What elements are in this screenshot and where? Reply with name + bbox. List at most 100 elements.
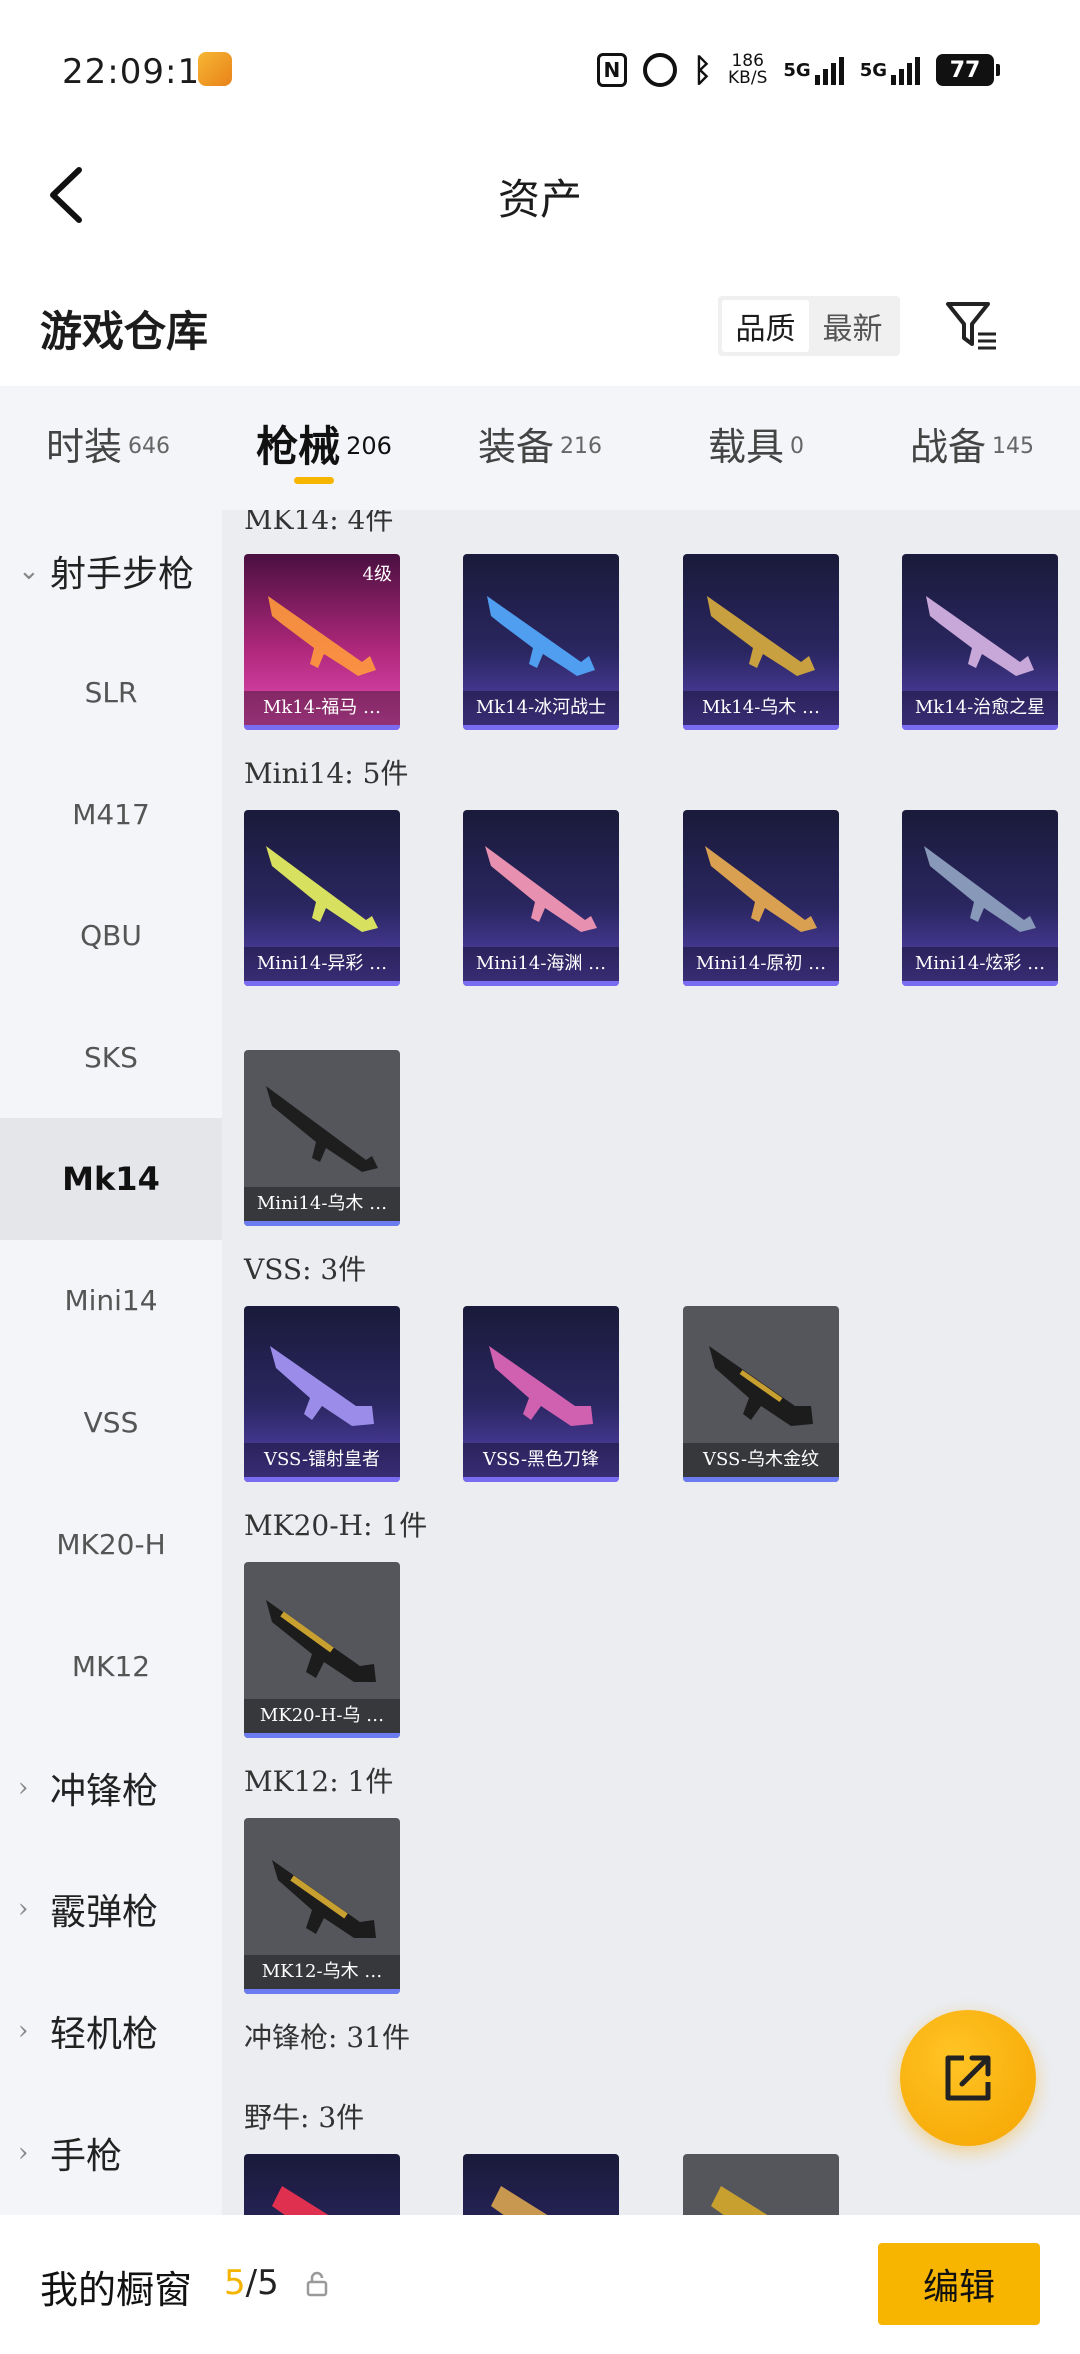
warehouse-title: 游戏仓库 [40,307,209,356]
weapon-type-sidebar: ⌄ 射手步枪 SLR M417 QBU SKS Mk14 Mini14 VSS … [0,510,222,2215]
bottom-bar: 我的橱窗 5/5 编辑 [0,2215,1080,2354]
edit-showcase-button[interactable]: 编辑 [878,2243,1040,2325]
filter-icon [946,302,996,350]
sidebar-item-qbu[interactable]: QBU [0,875,222,997]
sidebar-item-mk14[interactable]: Mk14 [0,1118,222,1241]
rifle-icon [266,1086,378,1172]
share-edit-icon [945,2055,991,2101]
rifle-icon [926,596,1034,676]
item-card[interactable]: Mk14-冰河战士 [463,554,619,730]
section-title-smg: 冲锋枪: 31件 [244,2021,410,2054]
item-name: Mini14-原初 … [683,947,839,981]
sidebar-item-vss[interactable]: VSS [0,1362,222,1484]
item-card[interactable]: Mini14-乌木 … [244,1050,400,1226]
item-card[interactable]: MK12-乌木 … [244,1818,400,1994]
sidebar-item-label: 冲锋枪 [50,1770,159,1812]
network-speed-unit: KB/S [728,68,768,88]
smg-icon [711,2186,768,2215]
smg-icon [272,2186,329,2215]
share-fab[interactable] [900,2010,1036,2146]
network-speed: 186 KB/S [728,53,767,87]
sidebar-group-shotgun[interactable]: › 霰弹枪 [0,1849,222,1971]
tab-vehicles[interactable]: 载具 0 [648,386,864,510]
sidebar-group-marksman-rifle[interactable]: ⌄ 射手步枪 [0,510,222,632]
tab-fashion[interactable]: 时装 646 [0,386,216,510]
tab-guns[interactable]: 枪械 206 [216,386,432,510]
sidebar-group-pistol[interactable]: › 手枪 [0,2092,222,2214]
item-card[interactable]: Mk14-乌木 … [683,554,839,730]
sort-by-newest[interactable]: 最新 [809,300,896,352]
smg-icon [491,2186,548,2215]
filter-button[interactable] [944,298,1000,354]
tab-label: 枪械 [256,421,341,471]
item-card[interactable]: VSS-乌木金纹 [683,1306,839,1482]
section-title-bizon: 野牛: 3件 [244,2101,365,2134]
item-name: VSS-乌木金纹 [683,1443,839,1477]
tab-label: 时装 [45,424,122,469]
status-icons: N ᛒ 186 KB/S 5G 5G 77 [596,48,1000,92]
battery-icon: 77 [936,54,1000,86]
item-card[interactable]: Mini14-异彩 … [244,810,400,986]
tab-label: 战备 [909,424,986,469]
item-name: Mini14-炫彩 … [902,947,1058,981]
sidebar-item-slr[interactable]: SLR [0,632,222,754]
nfc-icon: N [596,53,627,87]
sidebar-item-label: 霰弹枪 [50,1892,159,1934]
sidebar-group-lmg[interactable]: › 轻机枪 [0,1970,222,2092]
rifle-icon [705,846,817,932]
signal-icon: 5G [860,55,920,85]
chevron-right-icon: › [18,1772,29,1803]
showcase-label: 我的橱窗 [40,2268,193,2312]
sidebar-item-mk20h[interactable]: MK20-H [0,1484,222,1606]
rifle-icon [924,846,1036,932]
rifle-icon [487,596,595,676]
item-card[interactable]: Mini14-炫彩 … [902,810,1058,986]
item-card[interactable] [683,2154,839,2215]
item-card[interactable]: VSS-镭射皇者 [244,1306,400,1482]
item-card[interactable] [244,2154,400,2215]
chevron-right-icon: › [18,2137,29,2168]
bluetooth-icon: ᛒ [692,51,713,89]
rifle-icon [266,1600,376,1682]
signal-label-1: 5G [783,59,811,81]
item-card[interactable]: Mini14-原初 … [683,810,839,986]
tab-label: 装备 [477,424,554,469]
item-name: VSS-镭射皇者 [244,1443,400,1477]
sidebar-item-m417[interactable]: M417 [0,753,222,875]
sidebar-item-mini14[interactable]: Mini14 [0,1240,222,1362]
item-card[interactable] [463,2154,619,2215]
sidebar-item-mk12[interactable]: MK12 [0,1605,222,1727]
item-card[interactable]: VSS-黑色刀锋 [463,1306,619,1482]
item-card[interactable]: 4级 Mk14-福马 … [244,554,400,730]
category-tabs: 时装 646 枪械 206 装备 216 载具 0 战备 145 [0,386,1080,510]
item-grid: MK14: 4件 4级 Mk14-福马 … Mk14-冰河战士 Mk14-乌木 … [222,510,1080,2215]
rifle-icon [709,1346,813,1426]
tab-equipment[interactable]: 装备 216 [432,386,648,510]
chevron-right-icon: › [18,1894,29,1925]
section-title-mini14: Mini14: 5件 [244,757,409,790]
signal-label-2: 5G [859,59,887,81]
item-name: Mk14-福马 … [244,691,400,725]
item-card[interactable]: Mini14-海渊 … [463,810,619,986]
alarm-icon [642,53,677,87]
rifle-icon [272,1860,376,1938]
rifle-icon [489,1346,593,1426]
item-card[interactable]: MK20-H-乌 … [244,1562,400,1738]
item-name: VSS-黑色刀锋 [463,1443,619,1477]
sort-by-quality[interactable]: 品质 [722,300,809,352]
page-header: 资产 [0,140,1080,250]
rifle-icon [270,1346,374,1426]
sidebar-group-smg[interactable]: › 冲锋枪 [0,1727,222,1849]
item-name: Mk14-乌木 … [683,691,839,725]
tab-battle-gear[interactable]: 战备 145 [864,386,1080,510]
sort-toggle: 品质 最新 [718,296,900,356]
showcase-count: 5/5 [224,2263,279,2303]
rifle-icon [266,846,378,932]
item-name: Mini14-异彩 … [244,947,400,981]
item-card[interactable]: Mk14-治愈之星 [902,554,1058,730]
tab-label: 载具 [707,424,784,469]
tab-count: 145 [992,433,1034,459]
rifle-icon [268,596,376,676]
sidebar-item-sks[interactable]: SKS [0,997,222,1119]
rifle-icon [707,596,815,676]
